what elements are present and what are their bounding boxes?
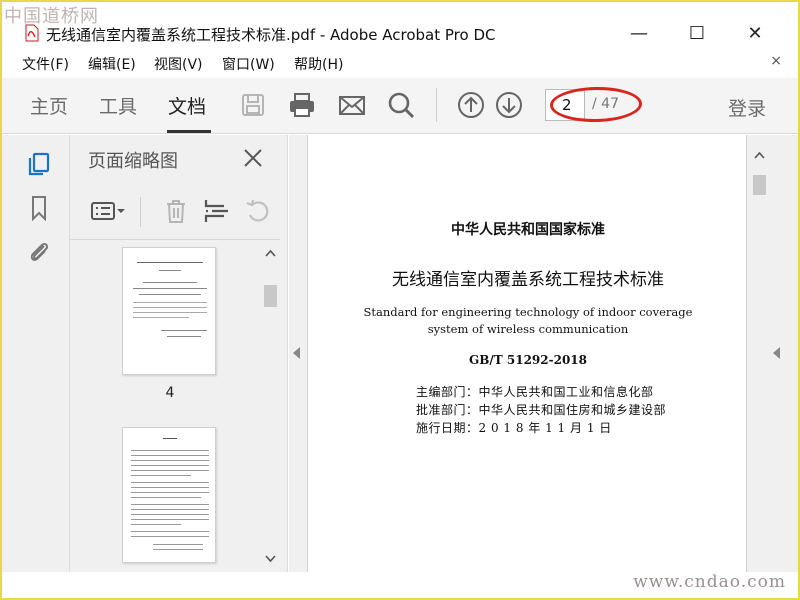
- document-subtitle-line-2: system of wireless communication: [427, 322, 629, 336]
- page-thumbnail[interactable]: [122, 427, 216, 563]
- menu-close-icon[interactable]: ×: [770, 53, 782, 69]
- document-header: 中华人民共和国国家标准: [451, 222, 605, 238]
- chief-editor-line: 主编部门：中华人民共和国工业和信息化部: [416, 385, 654, 399]
- document-subtitle-line-1: Standard for engineering technology of i…: [363, 305, 693, 319]
- document-title: 无线通信室内覆盖系统工程技术标准: [392, 270, 664, 290]
- title-bar: 中国道桥网 无线通信室内覆盖系统工程技术标准.pdf - Adobe Acrob…: [2, 2, 798, 48]
- thumbnail-page-number: 4: [165, 385, 175, 401]
- thumbnail-options-icon[interactable]: [90, 197, 128, 225]
- panel-divider: [70, 239, 280, 240]
- toolbar-separator: [436, 88, 437, 122]
- page-up-icon[interactable]: [456, 90, 486, 120]
- menu-window[interactable]: 窗口(W): [222, 54, 275, 74]
- tab-home[interactable]: 主页: [30, 92, 68, 119]
- tab-tools[interactable]: 工具: [99, 92, 137, 119]
- tab-document[interactable]: 文档: [168, 92, 206, 119]
- highlight-oval: [549, 86, 643, 123]
- attachment-icon[interactable]: [26, 238, 52, 264]
- pdf-file-icon: [25, 24, 39, 42]
- close-icon[interactable]: [242, 147, 264, 169]
- scrollbar-thumb[interactable]: [264, 285, 277, 307]
- toolbar: 主页 工具 文档 2 / 47 登录: [2, 78, 798, 134]
- page-thumbnails-icon[interactable]: [26, 151, 52, 177]
- menu-help[interactable]: 帮助(H): [294, 54, 343, 74]
- site-watermark: www.cndao.com: [633, 572, 786, 592]
- approver-line: 批准部门：中华人民共和国住房和城乡建设部: [416, 403, 667, 417]
- menu-edit[interactable]: 编辑(E): [88, 54, 136, 74]
- standard-code: GB/T 51292-2018: [468, 353, 587, 367]
- scroll-up-icon[interactable]: [754, 151, 765, 159]
- login-button[interactable]: 登录: [728, 94, 766, 121]
- scrollbar-thumb[interactable]: [753, 175, 766, 195]
- thumbnail-scrollbar[interactable]: [262, 245, 279, 570]
- scroll-up-icon[interactable]: [265, 249, 276, 257]
- page-thumbnail[interactable]: [122, 247, 216, 375]
- document-page: 中华人民共和国国家标准 无线通信室内覆盖系统工程技术标准 Standard fo…: [307, 135, 747, 572]
- rotate-icon[interactable]: [244, 197, 272, 225]
- document-view: 中华人民共和国国家标准 无线通信室内覆盖系统工程技术标准 Standard fo…: [289, 135, 798, 572]
- menu-file[interactable]: 文件(F): [22, 54, 69, 74]
- save-icon[interactable]: [238, 90, 268, 120]
- scroll-down-icon[interactable]: [265, 555, 276, 563]
- collapse-right-icon[interactable]: [773, 347, 780, 359]
- navigation-pane: [2, 135, 70, 572]
- panel-title: 页面缩略图: [88, 151, 178, 172]
- effective-date-line: 施行日期：2 0 1 8 年 1 1 月 1 日: [416, 421, 612, 435]
- close-button[interactable]: ✕: [732, 18, 778, 48]
- email-icon[interactable]: [337, 90, 367, 120]
- bottom-strip: www.cndao.com: [2, 572, 798, 598]
- thumbnail-panel: 页面缩略图 4: [70, 135, 288, 572]
- search-icon[interactable]: [386, 90, 416, 120]
- thumbnail-toolbar: [70, 193, 288, 233]
- active-tab-indicator: [167, 130, 211, 133]
- window-title: 无线通信室内覆盖系统工程技术标准.pdf - Adobe Acrobat Pro…: [46, 26, 496, 44]
- extract-icon[interactable]: [202, 197, 230, 225]
- menu-bar: 文件(F) 编辑(E) 视图(V) 窗口(W) 帮助(H) ×: [2, 50, 798, 76]
- collapse-left-icon[interactable]: [293, 347, 300, 359]
- minimize-button[interactable]: —: [616, 18, 662, 48]
- delete-icon[interactable]: [162, 197, 190, 225]
- print-icon[interactable]: [287, 90, 317, 120]
- page-down-icon[interactable]: [494, 90, 524, 120]
- maximize-button[interactable]: ☐: [674, 18, 720, 48]
- bookmark-icon[interactable]: [26, 195, 52, 221]
- document-scrollbar[interactable]: [751, 135, 768, 572]
- menu-view[interactable]: 视图(V): [154, 54, 203, 74]
- toolbar-separator: [140, 197, 141, 227]
